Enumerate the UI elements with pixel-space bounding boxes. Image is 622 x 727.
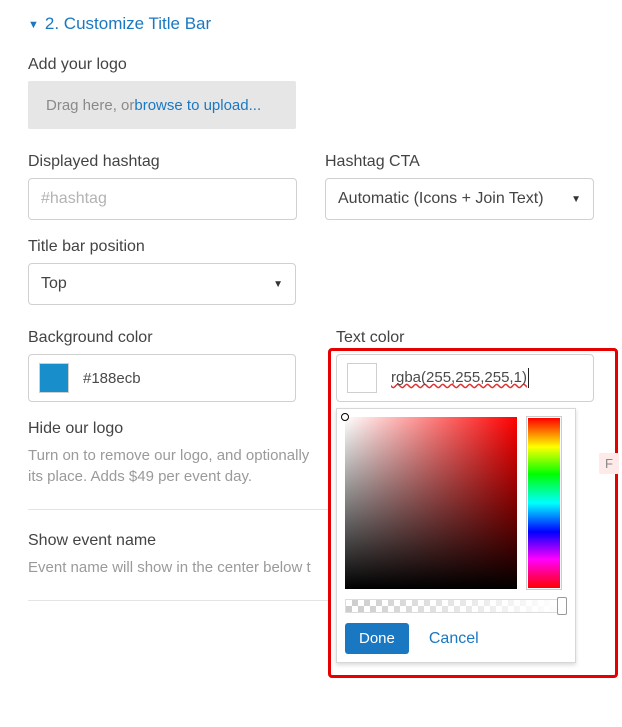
section-header[interactable]: ▼ 2. Customize Title Bar — [28, 14, 594, 34]
textcolor-value: rgba(255,255,255,1) — [391, 369, 527, 386]
upload-dropzone[interactable]: Drag here, or browse to upload... — [28, 81, 296, 129]
bgcolor-label: Background color — [28, 329, 296, 347]
alpha-slider[interactable] — [345, 599, 563, 613]
textcolor-swatch[interactable] — [347, 363, 377, 393]
color-picker-popover: Done Cancel — [336, 408, 576, 663]
bgcolor-swatch[interactable] — [39, 363, 69, 393]
bgcolor-value: #188ecb — [83, 370, 141, 387]
hue-slider[interactable] — [527, 417, 561, 589]
show-name-label: Show event name — [28, 532, 368, 550]
hashtag-label: Displayed hashtag — [28, 153, 297, 171]
hide-logo-desc: Turn on to remove our logo, and optional… — [28, 445, 358, 487]
textcolor-field[interactable]: rgba(255,255,255,1) — [336, 354, 594, 402]
saturation-value-area[interactable] — [345, 417, 517, 589]
divider — [28, 600, 328, 601]
drag-text: Drag here, or — [46, 97, 134, 114]
hashtag-input[interactable] — [28, 178, 297, 220]
done-button[interactable]: Done — [345, 623, 409, 654]
alpha-handle[interactable] — [557, 597, 567, 615]
cancel-button[interactable]: Cancel — [423, 629, 485, 649]
position-label: Title bar position — [28, 238, 594, 256]
browse-link[interactable]: browse to upload... — [134, 97, 261, 114]
color-picker-area: rgba(255,255,255,1) F Done Cancel — [336, 354, 594, 402]
chevron-down-icon: ▼ — [273, 279, 283, 290]
cta-value: Automatic (Icons + Join Text) — [338, 190, 544, 208]
position-value: Top — [41, 275, 67, 293]
logo-label: Add your logo — [28, 56, 594, 74]
cta-select[interactable]: Automatic (Icons + Join Text) ▼ — [325, 178, 594, 220]
bgcolor-field[interactable]: #188ecb — [28, 354, 296, 402]
cta-label: Hashtag CTA — [325, 153, 594, 171]
divider — [28, 509, 328, 510]
textcolor-label: Text color — [336, 329, 594, 347]
sv-handle[interactable] — [341, 413, 349, 421]
position-select[interactable]: Top ▼ — [28, 263, 296, 305]
off-chip: F — [599, 453, 619, 474]
section-title: 2. Customize Title Bar — [45, 14, 211, 34]
hide-logo-label: Hide our logo — [28, 420, 358, 438]
show-name-desc: Event name will show in the center below… — [28, 557, 368, 578]
chevron-down-icon: ▼ — [571, 194, 581, 205]
text-cursor — [528, 368, 529, 388]
caret-down-icon: ▼ — [28, 19, 39, 31]
